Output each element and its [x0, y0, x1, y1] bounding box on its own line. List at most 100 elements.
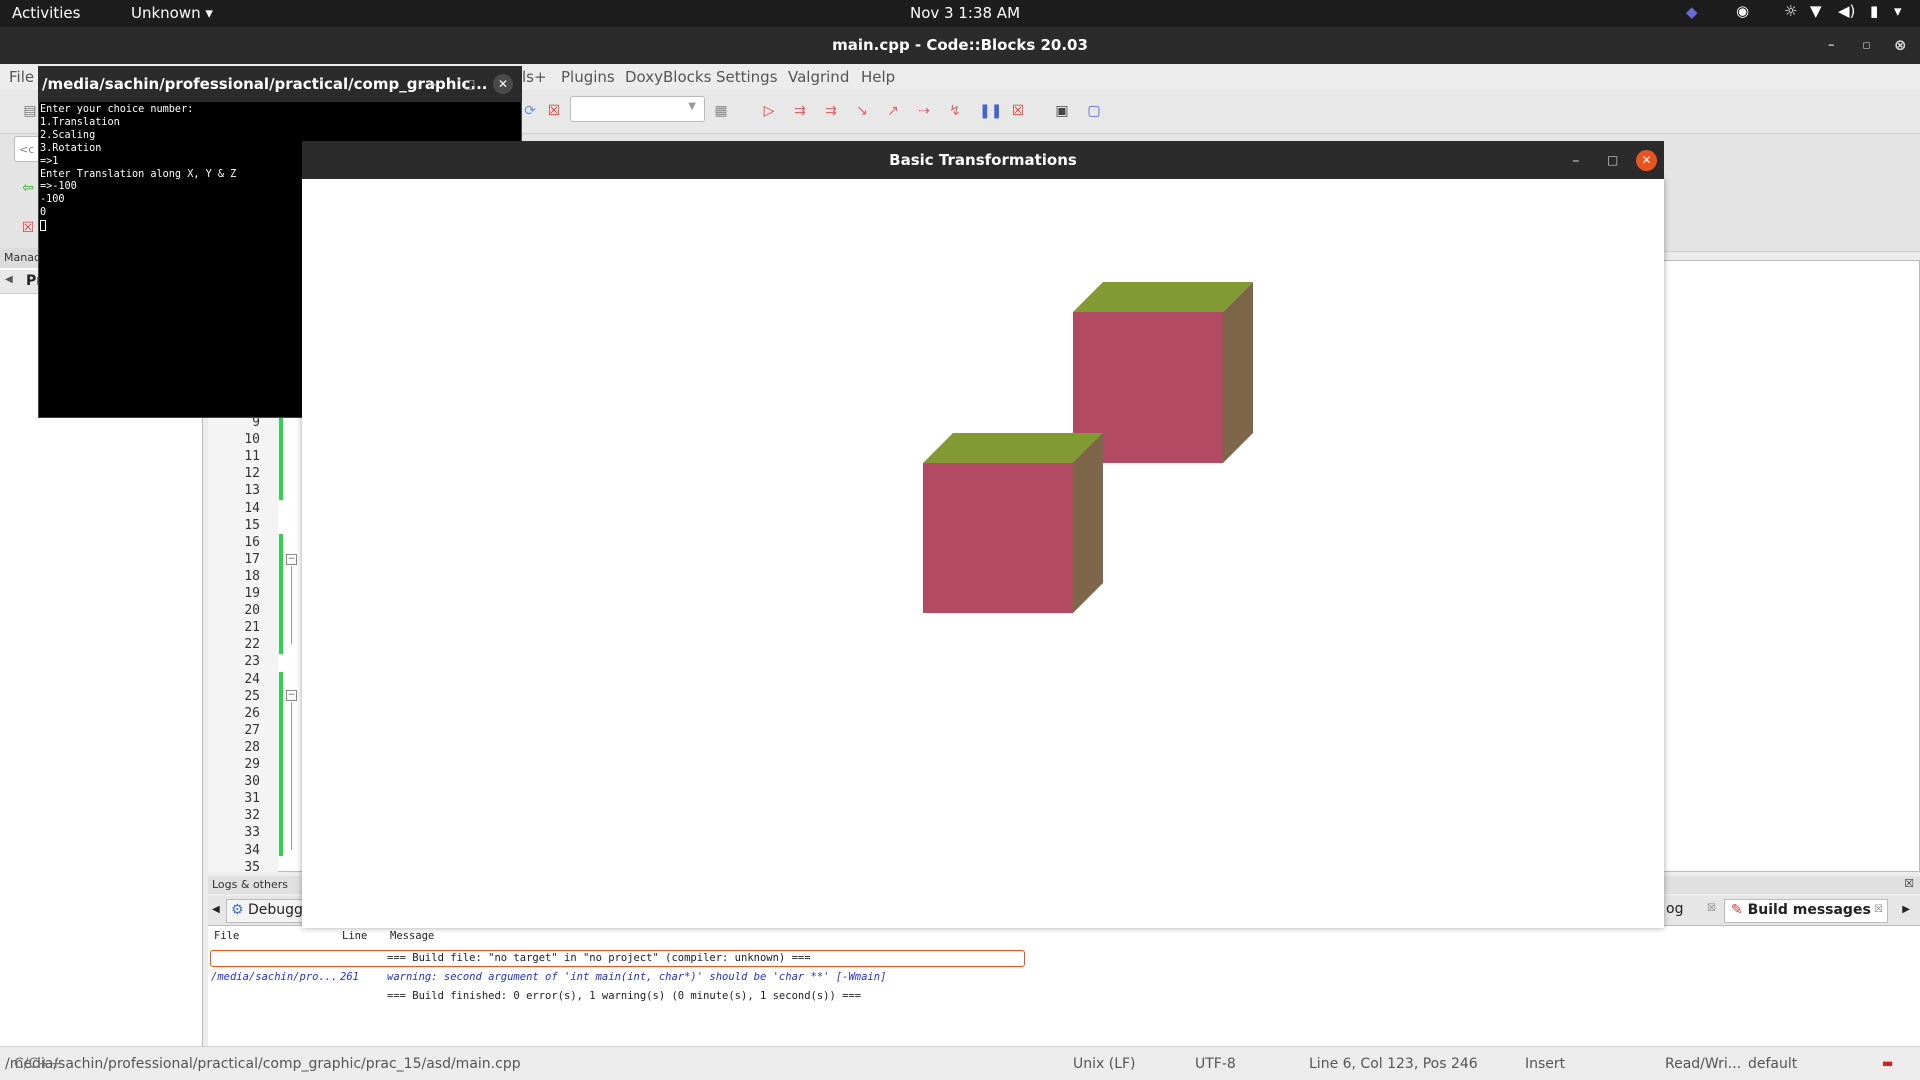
build-messages-icon: ✎: [1731, 902, 1743, 918]
status-encoding: UTF-8: [1195, 1056, 1236, 1072]
codeblocks-title-bar: main.cpp - Code::Blocks 20.03 – ▫ ⊗: [0, 27, 1920, 64]
opengl-canvas[interactable]: [302, 179, 1664, 928]
tab-log[interactable]: og ☒: [1662, 899, 1720, 923]
step-out-icon[interactable]: ↗: [885, 103, 901, 119]
menu-tools-plus[interactable]: ls+: [522, 68, 547, 86]
menu-help[interactable]: Help: [861, 68, 895, 86]
debug-start-icon[interactable]: ▷: [761, 103, 777, 119]
tab-right-arrow-icon[interactable]: ▶: [1902, 904, 1910, 915]
restore-icon[interactable]: ▫: [1862, 27, 1871, 64]
fold-line: [291, 702, 292, 850]
fold-toggle-icon[interactable]: −: [286, 554, 297, 565]
close-icon[interactable]: ✕: [493, 74, 513, 94]
line-number: 16: [244, 534, 260, 550]
close-icon[interactable]: ✕: [1636, 150, 1657, 171]
status-access: Read/Wri...: [1665, 1056, 1742, 1072]
system-menu-arrow-icon[interactable]: ▾: [1894, 2, 1902, 20]
battery-icon[interactable]: ▮: [1870, 2, 1878, 20]
graphics-window-title: Basic Transformations: [889, 151, 1077, 169]
status-insert-mode: Insert: [1525, 1056, 1566, 1072]
fold-line: [291, 566, 292, 644]
back-arrow-icon[interactable]: ⇦: [20, 180, 36, 196]
menu-file[interactable]: File: [9, 68, 34, 86]
volume-icon[interactable]: ◀): [1838, 2, 1855, 20]
flag-icon: ▬: [1882, 1056, 1894, 1070]
brightness-icon[interactable]: ☼: [1784, 2, 1797, 20]
line-number: 17: [244, 551, 260, 567]
line-number: 28: [244, 739, 260, 755]
fold-toggle-icon[interactable]: −: [286, 690, 297, 701]
system-top-bar: Activities Unknown ▾ Nov 3 1:38 AM ◆ ◉ ☼…: [0, 0, 1920, 27]
next-line-icon[interactable]: ⇉: [823, 103, 839, 119]
column-header-message[interactable]: Message: [390, 930, 434, 942]
maximize-icon[interactable]: □: [464, 66, 475, 102]
debugging-windows-icon[interactable]: ▣: [1054, 103, 1070, 119]
build-row-line: 261: [340, 971, 359, 983]
terminal-title: /media/sachin/professional/practical/com…: [42, 75, 488, 93]
build-row-message: warning: second argument of 'int main(in…: [387, 971, 887, 983]
menu-doxyblocks[interactable]: DoxyBlocks: [625, 68, 711, 86]
next-instruction-icon[interactable]: ⇢: [916, 103, 932, 119]
minimize-icon[interactable]: –: [1572, 141, 1580, 179]
app-menu[interactable]: Unknown ▾: [131, 4, 213, 22]
tab-left-arrow-icon[interactable]: ◀: [212, 904, 220, 915]
lower-cube-front: [923, 463, 1073, 613]
terminal-title-bar: /media/sachin/professional/practical/com…: [38, 66, 522, 102]
close-icon[interactable]: ⊗: [1894, 27, 1907, 64]
line-number: 23: [244, 654, 260, 670]
pause-icon[interactable]: ❚❚: [979, 103, 1002, 119]
target-options-icon[interactable]: ▦: [713, 103, 729, 119]
stop-debug-icon[interactable]: ☒: [1010, 103, 1026, 119]
clock[interactable]: Nov 3 1:38 AM: [910, 4, 1020, 22]
record-icon[interactable]: ◉: [1736, 2, 1749, 20]
column-header-file[interactable]: File: [214, 930, 239, 942]
new-file-icon[interactable]: ▤: [22, 103, 38, 119]
maximize-icon[interactable]: □: [1607, 141, 1618, 179]
abort-icon[interactable]: ☒: [546, 103, 562, 119]
close-tab-icon[interactable]: ☒: [1707, 903, 1716, 914]
line-number: 12: [244, 466, 260, 482]
activities-button[interactable]: Activities: [12, 4, 80, 22]
menu-plugins[interactable]: Plugins: [561, 68, 615, 86]
lower-cube-top: [923, 433, 1103, 463]
various-info-icon[interactable]: ▢: [1086, 103, 1102, 119]
tab-build-messages[interactable]: ✎ Build messages ☒: [1724, 899, 1888, 923]
menu-valgrind[interactable]: Valgrind: [788, 68, 849, 86]
toolbar-icon[interactable]: ⟳: [522, 103, 538, 119]
line-number: 26: [244, 705, 260, 721]
network-icon[interactable]: ▼: [1810, 2, 1822, 20]
line-number: 25: [244, 688, 260, 704]
minimize-icon[interactable]: –: [430, 66, 438, 102]
build-row-file[interactable]: /media/sachin/pro...: [211, 971, 337, 983]
build-target-select[interactable]: ▼: [570, 96, 705, 122]
step-into-instruction-icon[interactable]: ↯: [947, 103, 963, 119]
run-to-cursor-icon[interactable]: ⇉: [792, 103, 808, 119]
build-row-message: === Build file: "no target" in "no proje…: [387, 952, 811, 964]
graphics-title-bar: Basic Transformations – □ ✕: [302, 141, 1664, 179]
status-cursor-position: Line 6, Col 123, Pos 246: [1309, 1056, 1478, 1072]
gear-icon: ⚙: [231, 902, 244, 918]
close-logs-icon[interactable]: ☒: [1904, 877, 1914, 890]
menu-settings[interactable]: Settings: [716, 68, 778, 86]
line-number: 13: [244, 483, 260, 499]
line-number: 19: [244, 586, 260, 601]
build-row-message: === Build finished: 0 error(s), 1 warnin…: [387, 990, 862, 1002]
window-title: main.cpp - Code::Blocks 20.03: [832, 36, 1088, 54]
line-number: 18: [244, 568, 260, 584]
step-into-icon[interactable]: ↘: [854, 103, 870, 119]
upper-cube-side: [1223, 282, 1253, 463]
close-tab-icon[interactable]: ☒: [1874, 904, 1883, 915]
status-bar: /media/sachin/professional/practical/com…: [0, 1046, 1920, 1080]
line-number: 24: [244, 671, 260, 687]
code-completion-scope[interactable]: <c: [14, 136, 40, 162]
build-messages-list: File Line Message === Build file: "no ta…: [208, 926, 1920, 1046]
tray-app-icon[interactable]: ◆: [1686, 3, 1698, 21]
clear-icon[interactable]: ☒: [20, 220, 36, 236]
tab-left-arrow-icon[interactable]: ◀: [5, 274, 13, 285]
line-number: 10: [244, 432, 260, 448]
line-number: 11: [244, 449, 260, 465]
line-number: 32: [244, 808, 260, 824]
minimize-icon[interactable]: –: [1828, 27, 1835, 64]
column-header-line[interactable]: Line: [342, 930, 367, 942]
lower-cube-side: [1073, 433, 1103, 613]
